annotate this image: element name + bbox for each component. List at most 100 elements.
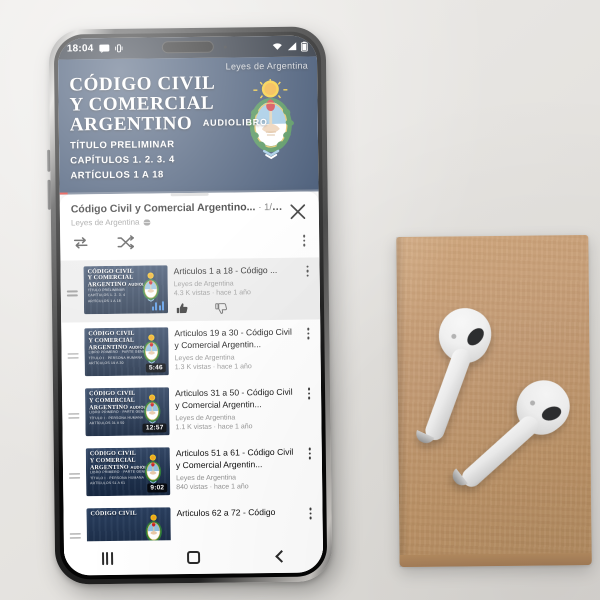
video-thumbnail[interactable]: CÓDIGO CIVIL Y COMERCIAL ARGENTINO AUDIOLI… [85,447,171,497]
video-player-art[interactable]: Leyes de Argentina CÓDIGO CIVIL Y COMERC… [57,56,319,195]
playlist-counter: · 1/429 [258,201,283,214]
video-meta: Articulos 1 a 18 - Código ... Leyes de A… [174,263,298,315]
playlist-item[interactable]: CÓDIGO CIVIL Y COMERCIAL ARGENTINO AUDIOLI… [63,440,323,503]
front-camera-icon [223,45,227,49]
repeat-icon [73,237,88,249]
video-thumbnail[interactable]: CÓDIGO CIVIL Y COMERCIAL ARGENTINO AUDIOLI… [83,264,169,314]
dislike-button[interactable] [215,302,228,315]
like-button[interactable] [176,302,189,315]
video-views: 4.3 K vistas · hace 1 año [173,289,251,298]
video-title-art: CÓDIGO CIVIL Y COMERCIAL ARGENTINO AUDIO… [69,73,268,183]
photo-scene: 18:04 Leyes de Argentina CÓDIGO CIVIL Y … [0,0,600,600]
close-icon [290,204,306,220]
video-more-button[interactable] [306,506,315,523]
playlist-more-button[interactable] [300,232,309,250]
playlist-item[interactable]: CÓDIGO CIVIL Y COMERCIAL ARGENTINO AUDIOLI… [61,320,321,383]
playlist-sheet: Código Civil y Comercial Argentino... · … [59,191,324,563]
dot [302,243,306,247]
playlist-item[interactable]: CÓDIGO CIVIL Y COMERCIAL ARGENTINO AUDIOLI… [60,257,321,323]
phone-screen: 18:04 Leyes de Argentina CÓDIGO CIVIL Y … [57,35,324,576]
channel-watermark: Leyes de Argentina [225,60,309,72]
dot [306,265,309,268]
video-thumbnail[interactable]: CÓDIGO CIVIL Y COMERCIAL ARGENTINO AUDIOLI… [85,387,170,437]
playlist-header: Código Civil y Comercial Argentino... · … [60,194,319,229]
home-button[interactable] [176,540,210,574]
now-playing-equalizer-icon [152,300,165,311]
art-subtitle-1: TÍTULO PRELIMINAR [69,139,175,152]
playlist-title-row: Código Civil y Comercial Argentino... · … [71,201,283,217]
art-subtitle-2: CAPÍTULOS 1. 2. 3. 4 [70,154,175,167]
dot [306,274,309,277]
video-title: Articulos 62 a 72 - Código [176,507,276,519]
video-more-button[interactable] [304,326,313,343]
back-button[interactable] [263,539,297,573]
repeat-button[interactable] [71,236,90,251]
video-channel: Leyes de Argentina [176,474,237,483]
rating-row [174,301,298,316]
reorder-handle[interactable] [67,329,79,362]
dot [306,332,310,335]
video-duration: 5:46 [145,363,166,373]
recents-icon [101,551,113,565]
playlist-video-list: CÓDIGO CIVIL Y COMERCIAL ARGENTINO AUDIOLI… [60,257,324,563]
playlist-controls [60,227,319,261]
video-more-button[interactable] [304,386,313,403]
dot [308,452,311,455]
art-subtitle-3: ARTÍCULOS 1 A 18 [70,169,164,182]
dot [306,327,310,331]
thumbs-up-icon [176,303,188,314]
video-channel: Leyes de Argentina [173,280,234,289]
video-views: 1.3 K vistas · hace 1 año [174,363,252,372]
reorder-handle[interactable] [68,389,80,422]
volume-down-button[interactable] [47,179,51,210]
video-duration: 9:02 [147,483,168,493]
shuffle-button[interactable] [116,235,135,250]
video-channel: Leyes de Argentina [175,414,236,423]
video-meta: Articulos 19 a 30 - Código Civil y Comer… [174,326,298,372]
recents-button[interactable] [90,541,124,575]
dot [307,396,311,400]
dot [308,447,311,451]
video-title: Articulos 19 a 30 - Código Civil y Comer… [174,326,292,350]
thumbnail-title: CÓDIGO CIVIL [90,510,137,518]
dot [302,234,306,238]
reorder-handle[interactable] [69,449,81,482]
dot [306,336,310,340]
video-more-button[interactable] [305,446,314,463]
close-playlist-button[interactable] [287,201,309,223]
dot [308,456,311,460]
volume-up-button[interactable] [47,149,51,172]
playlist-item[interactable]: CÓDIGO CIVIL Y COMERCIAL ARGENTINO AUDIOLI… [62,380,322,443]
smartphone: 18:04 Leyes de Argentina CÓDIGO CIVIL Y … [47,26,333,585]
video-meta: Articulos 62 a 72 - Código [176,506,300,520]
video-channel: Leyes de Argentina [174,354,235,363]
android-navigation-bar [63,538,324,576]
vibrate-icon [114,44,123,53]
dot [307,387,311,391]
art-audiobook-badge: AUDIOLIBRO [202,117,268,129]
dot [308,507,312,511]
dot [306,269,309,273]
reorder-handle[interactable] [66,266,78,299]
argentina-coat-of-arms-icon [144,394,161,424]
art-title-line2: Y COMERCIAL [69,92,215,116]
argentina-coat-of-arms-icon [142,272,159,302]
art-title-line1: CÓDIGO CIVIL [69,72,216,96]
phone-bezel: 18:04 Leyes de Argentina CÓDIGO CIVIL Y … [53,31,328,580]
video-more-button[interactable] [303,263,312,280]
video-duration: 12:57 [142,423,167,433]
notebook-edge [399,552,592,567]
argentina-coat-of-arms-icon [144,454,162,484]
status-right [272,41,308,52]
video-meta: Articulos 51 a 61 - Código Civil y Comer… [176,446,300,492]
home-icon [186,550,201,564]
battery-icon [300,41,308,52]
playlist-title: Código Civil y Comercial Argentino... [70,201,256,216]
video-views: 840 vistas · hace 1 año [176,483,249,492]
back-chevron-icon [275,549,289,563]
dot [309,516,312,520]
reorder-handle[interactable] [69,509,81,542]
video-thumbnail[interactable]: CÓDIGO CIVIL Y COMERCIAL ARGENTINO AUDIOLI… [84,327,169,377]
playlist-owner: Leyes de Argentina [70,217,140,228]
message-icon [98,44,109,54]
